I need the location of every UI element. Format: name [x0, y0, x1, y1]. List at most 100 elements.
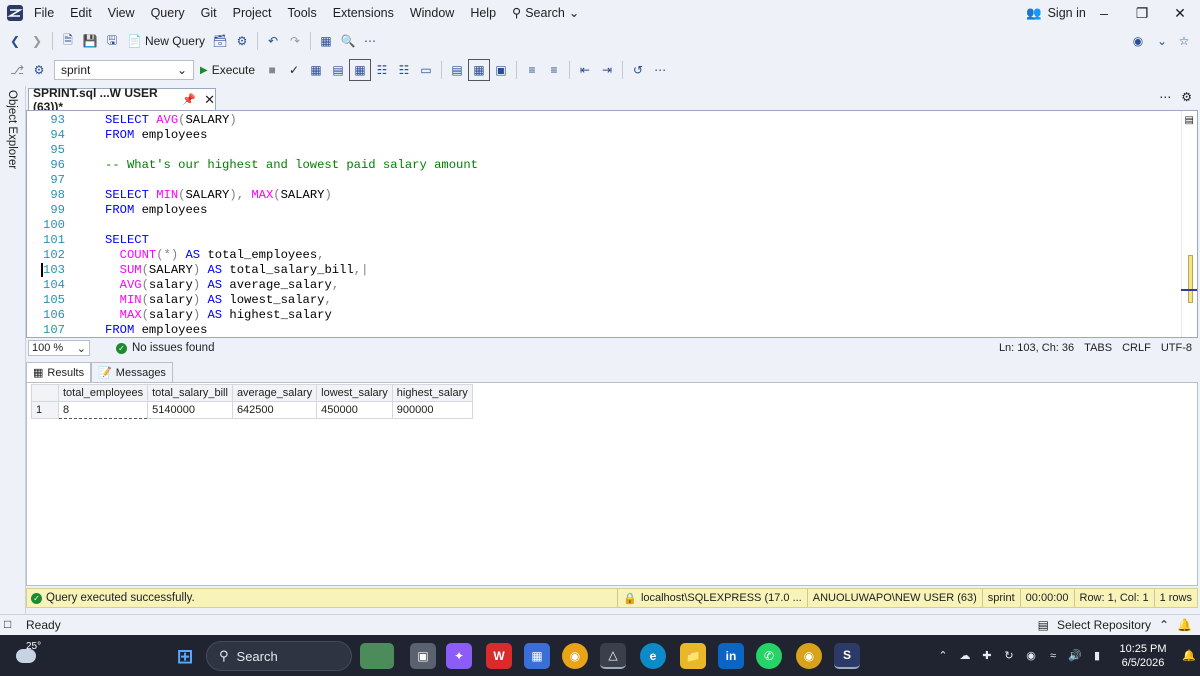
github-desktop-icon[interactable]: △: [600, 643, 626, 669]
copilot-dropdown-icon[interactable]: ⌄: [1152, 30, 1172, 52]
column-header[interactable]: lowest_salary: [316, 384, 393, 402]
code-line[interactable]: 103 SUM(SALARY) AS total_salary_bill,|: [27, 263, 1177, 278]
results-to-grid-icon[interactable]: ▦: [349, 59, 372, 81]
row-number[interactable]: 1: [31, 401, 59, 419]
redo-icon[interactable]: ↷: [284, 30, 306, 52]
encoding[interactable]: UTF-8: [1161, 342, 1192, 354]
notification-icon[interactable]: 🔔: [1178, 645, 1200, 667]
menu-file[interactable]: File: [26, 0, 62, 26]
linkedin-icon[interactable]: in: [718, 643, 744, 669]
save-all-icon[interactable]: 🖫: [101, 30, 123, 52]
weather-widget[interactable]: 25°: [10, 639, 50, 673]
display-plan-icon[interactable]: ▦: [305, 59, 327, 81]
chrome-icon[interactable]: ◉: [562, 643, 588, 669]
menu-tools[interactable]: Tools: [280, 0, 325, 26]
code-line[interactable]: 104 AVG(salary) AS average_salary,: [27, 278, 1177, 293]
menu-project[interactable]: Project: [225, 0, 280, 26]
task-view-icon[interactable]: ▣: [410, 643, 436, 669]
code-line[interactable]: 94 FROM employees: [27, 128, 1177, 143]
battery-icon[interactable]: ▮: [1086, 645, 1108, 667]
chevron-up-icon[interactable]: ⌃: [932, 645, 954, 667]
code-line[interactable]: 97: [27, 173, 1177, 188]
include-plan-icon[interactable]: ☷: [393, 59, 415, 81]
editor-scrollbar[interactable]: ▤: [1181, 111, 1197, 337]
increase-indent-icon[interactable]: ⇥: [596, 59, 618, 81]
tab-sprint-sql[interactable]: SPRINT.sql ...W USER (63))* 📌 ✕: [28, 86, 216, 114]
find-icon[interactable]: 🔍: [337, 30, 359, 52]
save-icon[interactable]: 💾: [79, 30, 101, 52]
object-explorer-label[interactable]: Object Explorer: [6, 90, 18, 169]
tab-overflow-icon[interactable]: ⋯: [1159, 90, 1171, 104]
line-ending[interactable]: CRLF: [1122, 342, 1151, 354]
indent-mode[interactable]: TABS: [1084, 342, 1112, 354]
forward-icon[interactable]: ❯: [26, 30, 48, 52]
minimize-button[interactable]: –: [1086, 0, 1122, 26]
taskbar-search[interactable]: ⚲ Search: [206, 641, 352, 671]
ssms-app-icon[interactable]: S: [834, 643, 860, 669]
uncomment-icon[interactable]: ≡: [543, 59, 565, 81]
column-header[interactable]: total_salary_bill: [147, 384, 233, 402]
change-connection-icon[interactable]: ⚙: [28, 59, 50, 81]
results-grid-area[interactable]: total_employees total_salary_bill averag…: [26, 382, 1198, 586]
object-explorer-sidebar[interactable]: Object Explorer: [0, 86, 26, 614]
code-line[interactable]: 93 SELECT AVG(SALARY): [27, 113, 1177, 128]
menu-view[interactable]: View: [100, 0, 143, 26]
scrollbar-thumb[interactable]: [1188, 255, 1193, 303]
execute-button[interactable]: ▶ Execute: [194, 63, 261, 77]
code-line[interactable]: 106 MAX(salary) AS highest_salary: [27, 308, 1177, 323]
issues-indicator[interactable]: ✓ No issues found: [116, 342, 214, 354]
database-selector[interactable]: sprint ⌄: [54, 60, 194, 80]
sql-editor[interactable]: 93 SELECT AVG(SALARY) 94 FROM employees 95 96…: [26, 110, 1198, 338]
back-icon[interactable]: ❮: [4, 30, 26, 52]
clock[interactable]: 10:25 PM 6/5/2026: [1108, 642, 1178, 670]
specify-values-icon[interactable]: ↺: [627, 59, 649, 81]
menu-help[interactable]: Help: [462, 0, 504, 26]
stop-icon[interactable]: ■: [261, 59, 283, 81]
new-query-button[interactable]: 📄 New Query: [123, 34, 209, 48]
code-line[interactable]: 99 FROM employees: [27, 203, 1177, 218]
new-file-icon[interactable]: 🗎: [57, 30, 79, 52]
table-cell[interactable]: 8: [57, 401, 149, 419]
file-explorer-icon[interactable]: 📁: [680, 643, 706, 669]
select-repository-button[interactable]: ▤ Select Repository ⌃ 🔔: [1038, 615, 1192, 635]
share-icon[interactable]: ☆: [1174, 30, 1194, 52]
menu-edit[interactable]: Edit: [62, 0, 100, 26]
more-options-icon[interactable]: ⋯: [649, 59, 671, 81]
undo-icon[interactable]: ↶: [262, 30, 284, 52]
menu-search[interactable]: ⚲ Search ⌄: [504, 0, 587, 26]
sign-in-button[interactable]: 👥 Sign in: [1026, 0, 1086, 26]
query-options-icon[interactable]: ▤: [327, 59, 349, 81]
pin-icon[interactable]: 📌: [182, 93, 196, 106]
copilot-icon[interactable]: ◉: [1128, 30, 1148, 52]
copilot-app-icon[interactable]: ✦: [446, 643, 472, 669]
split-icon[interactable]: ▤: [1185, 115, 1194, 126]
microsoft-store-icon[interactable]: ▦: [524, 643, 550, 669]
activity-monitor-icon[interactable]: ▦: [315, 30, 337, 52]
tab-results[interactable]: ▦ Results: [26, 362, 92, 382]
menu-query[interactable]: Query: [143, 0, 193, 26]
decrease-indent-icon[interactable]: ⇤: [574, 59, 596, 81]
table-cell[interactable]: 642500: [231, 401, 318, 419]
code-line[interactable]: 101 SELECT: [27, 233, 1177, 248]
restore-button[interactable]: ❐: [1124, 0, 1160, 26]
tab-messages[interactable]: 📝 Messages: [91, 362, 173, 382]
table-cell[interactable]: 900000: [391, 401, 473, 419]
code-line[interactable]: 105 MIN(salary) AS lowest_salary,: [27, 293, 1177, 308]
database-query-icon[interactable]: 🗃: [209, 30, 231, 52]
security-icon[interactable]: ✚: [976, 645, 998, 667]
row-header-corner[interactable]: [31, 384, 59, 402]
code-line[interactable]: 102 COUNT(*) AS total_employees,: [27, 248, 1177, 263]
widgets-landscape-icon[interactable]: [360, 643, 394, 669]
code-line[interactable]: 100: [27, 218, 1177, 233]
parse-icon[interactable]: ✓: [283, 59, 305, 81]
notification-bell-icon[interactable]: 🔔: [1177, 618, 1192, 632]
whatsapp-icon[interactable]: ✆: [756, 643, 782, 669]
client-statistics-icon[interactable]: ▭: [415, 59, 437, 81]
results-grid-icon[interactable]: ▦: [468, 59, 491, 81]
menu-extensions[interactable]: Extensions: [325, 0, 402, 26]
code-line[interactable]: 107 FROM employees: [27, 323, 1177, 337]
table-cell[interactable]: 450000: [316, 401, 393, 419]
cursor-position[interactable]: Ln: 103, Ch: 36: [999, 342, 1074, 354]
column-header[interactable]: total_employees: [57, 384, 149, 402]
edge-icon[interactable]: e: [640, 643, 666, 669]
